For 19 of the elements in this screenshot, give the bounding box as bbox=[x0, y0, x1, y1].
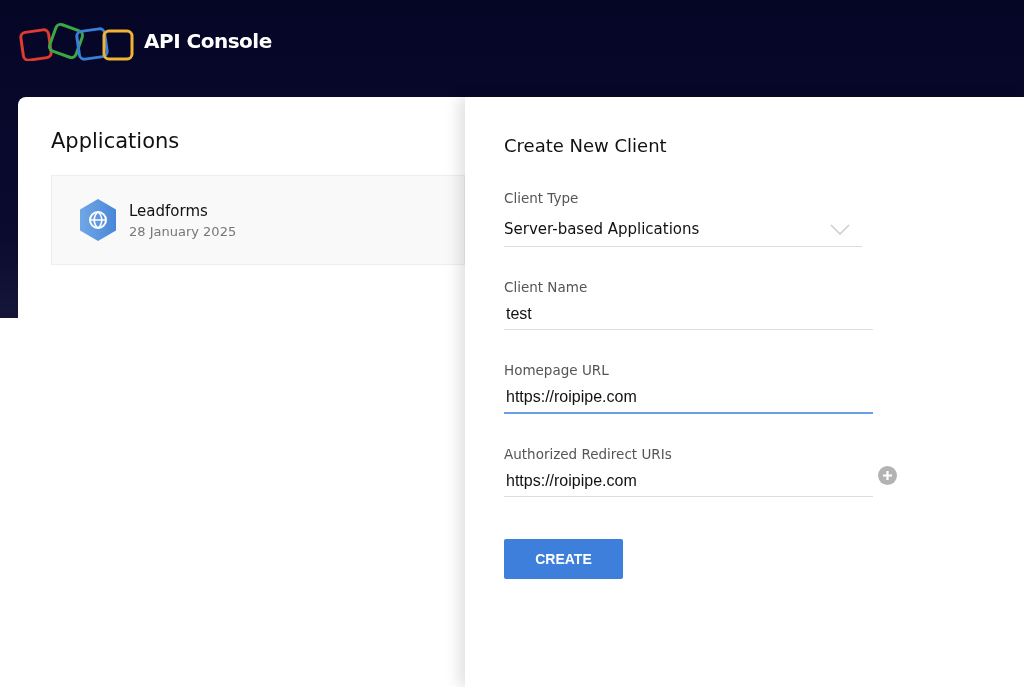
app-title: API Console bbox=[144, 28, 272, 53]
input-field[interactable]: https://roipipe.com bbox=[504, 468, 873, 497]
chevron-down-icon bbox=[830, 223, 850, 235]
field-label: Authorized Redirect URIs bbox=[504, 446, 673, 462]
input-field[interactable]: test bbox=[504, 301, 873, 330]
input-field[interactable]: https://roipipe.com bbox=[504, 384, 873, 414]
field-label: Client Name bbox=[504, 279, 589, 295]
create-button[interactable]: CREATE bbox=[504, 539, 623, 579]
application-date: 28 January 2025 bbox=[129, 223, 237, 239]
client-type-dropdown[interactable]: Server-based Applications bbox=[504, 212, 862, 247]
applications-heading: Applications bbox=[51, 129, 181, 153]
form-heading: Create New Client bbox=[504, 135, 668, 156]
globe-icon bbox=[78, 198, 118, 242]
field-label: Homepage URL bbox=[504, 362, 610, 378]
field-label: Client Type bbox=[504, 190, 580, 206]
logo-icon bbox=[18, 20, 136, 61]
application-card[interactable]: Leadforms 28 January 2025 bbox=[51, 175, 465, 265]
application-name: Leadforms bbox=[129, 201, 209, 220]
add-icon[interactable] bbox=[878, 466, 897, 485]
